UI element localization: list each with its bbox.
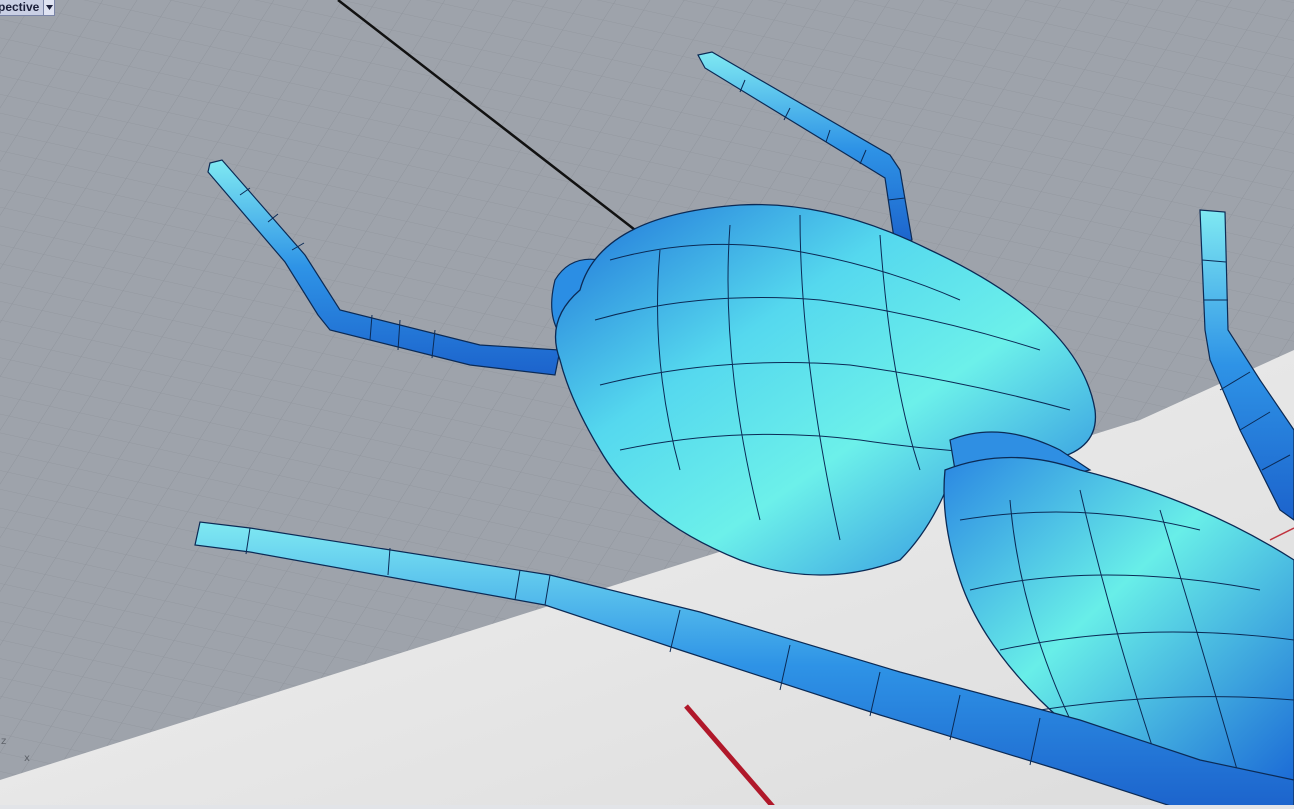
viewport-title-tab[interactable]: pective — [0, 0, 56, 16]
viewport-title[interactable]: pective — [0, 0, 43, 15]
axis-label-z: z — [1, 736, 7, 747]
viewport-bottom-border — [0, 805, 1294, 809]
perspective-viewport[interactable]: pective z x — [0, 0, 1294, 809]
axis-label-x: x — [24, 753, 30, 764]
viewport-scene[interactable] — [0, 0, 1294, 809]
viewport-menu-button[interactable] — [43, 0, 55, 15]
chevron-down-icon — [45, 5, 53, 10]
